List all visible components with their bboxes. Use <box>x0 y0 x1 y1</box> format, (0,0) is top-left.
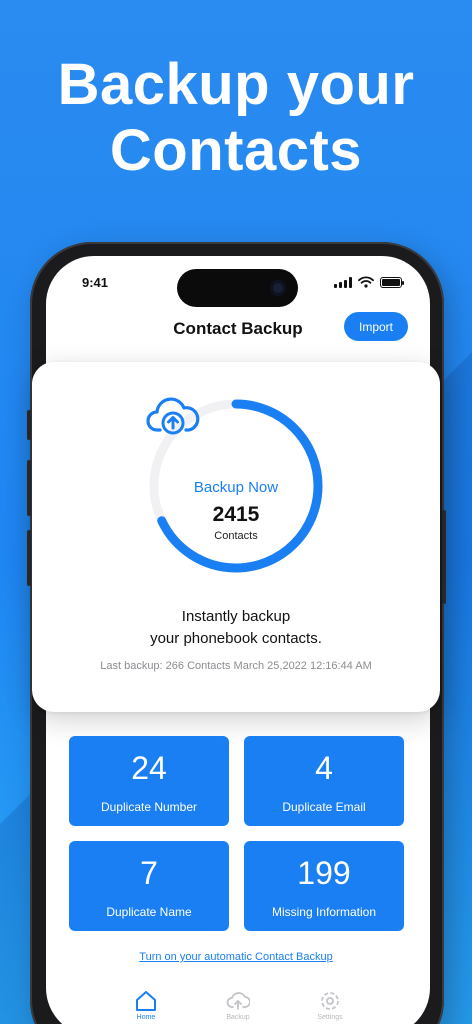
backup-now-label: Backup Now <box>193 479 279 496</box>
stat-tile-duplicate-name[interactable]: 7 Duplicate Name <box>69 841 229 931</box>
tagline-line-1: Instantly backup <box>181 608 291 625</box>
tagline-line-2: your phonebook contacts. <box>150 630 322 647</box>
tab-home[interactable]: Home <box>116 990 176 1021</box>
status-time: 9:41 <box>82 275 109 290</box>
home-icon <box>136 991 156 1011</box>
contact-count: 2415 <box>212 503 260 526</box>
stat-value: 199 <box>297 855 351 891</box>
headline-line-1: Backup your <box>57 52 415 117</box>
stats-grid: 24 Duplicate Number 4 Duplicate Email 7 … <box>69 736 405 932</box>
mute-switch <box>27 410 31 440</box>
signal-icon <box>334 276 352 288</box>
auto-backup-link[interactable]: Turn on your automatic Contact Backup <box>0 951 472 963</box>
tab-settings[interactable]: Settings <box>300 990 360 1021</box>
dynamic-island <box>177 269 298 307</box>
wifi-icon <box>358 276 374 288</box>
tab-backup[interactable]: Backup <box>208 990 268 1021</box>
volume-down-button <box>27 530 31 586</box>
tab-label: Settings <box>317 1014 343 1021</box>
cloud-upload-icon <box>226 992 250 1010</box>
backup-card: Backup Now 2415 Contacts Instantly backu… <box>32 362 440 712</box>
tab-label: Backup <box>226 1014 250 1021</box>
stat-value: 4 <box>315 750 333 786</box>
tab-label: Home <box>136 1014 156 1021</box>
stat-tile-missing-information[interactable]: 199 Missing Information <box>244 841 404 931</box>
stat-label: Duplicate Number <box>100 800 198 814</box>
cloud-upload-icon <box>146 397 200 435</box>
nav-bar: Contact Backup Import <box>46 312 430 356</box>
stat-label: Missing Information <box>271 905 377 919</box>
last-backup-info: Last backup: 266 Contacts March 25,2022 … <box>100 660 372 672</box>
tab-bar: Home Backup Settings <box>46 990 430 1024</box>
gear-icon <box>321 992 339 1010</box>
contact-count-label: Contacts <box>214 530 258 542</box>
status-icons <box>334 276 404 288</box>
stat-value: 7 <box>140 855 158 891</box>
backup-now-button[interactable]: Backup Now 2415 Contacts <box>146 396 326 576</box>
camera-icon <box>270 280 286 296</box>
stat-value: 24 <box>131 750 167 786</box>
stat-label: Duplicate Email <box>282 800 366 814</box>
battery-icon <box>380 276 404 288</box>
backup-progress-ring[interactable]: Backup Now 2415 Contacts <box>146 396 326 576</box>
tagline: Instantly backup your phonebook contacts… <box>32 606 440 650</box>
power-button <box>442 510 446 604</box>
stat-label: Duplicate Name <box>106 905 192 919</box>
volume-up-button <box>27 460 31 516</box>
stat-tile-duplicate-email[interactable]: 4 Duplicate Email <box>244 736 404 826</box>
headline-line-2: Contacts <box>109 118 363 183</box>
stat-tile-duplicate-number[interactable]: 24 Duplicate Number <box>69 736 229 826</box>
status-bar: 9:41 <box>46 256 430 310</box>
headline: Backup your Contacts <box>0 52 472 184</box>
import-button[interactable]: Import <box>344 312 408 341</box>
